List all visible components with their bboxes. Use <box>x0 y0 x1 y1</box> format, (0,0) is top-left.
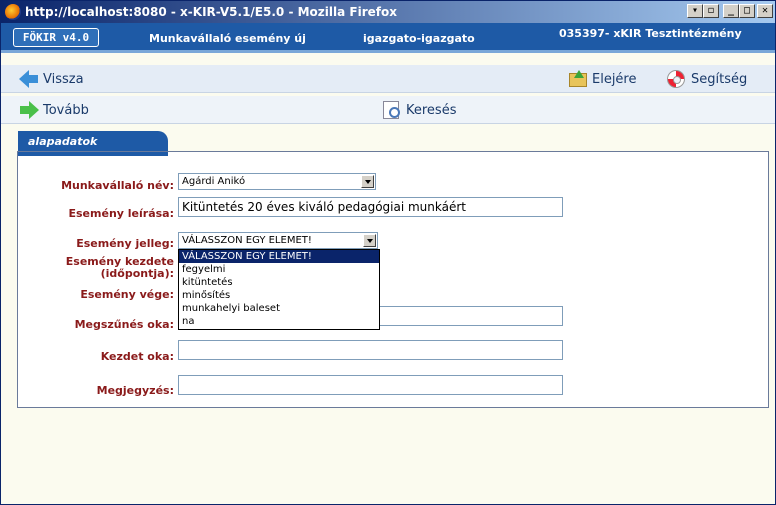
termination-reason-input[interactable] <box>377 306 563 326</box>
type-label: Esemény jelleg: <box>76 237 174 250</box>
back-arrow-icon <box>19 70 39 88</box>
dropdown-option[interactable]: VÁLASSZON EGY ELEMET! <box>179 250 379 263</box>
next-label: Tovább <box>43 102 89 118</box>
institution-name: 035397- xKIR Tesztintézmény <box>559 27 742 40</box>
dropdown-option[interactable]: munkahelyi baleset <box>179 302 379 315</box>
header-divider <box>1 50 775 53</box>
start-reason-input[interactable] <box>178 340 563 360</box>
dropdown-option[interactable]: minősítés <box>179 289 379 302</box>
app-logo: FÖKIR v4.0 <box>13 28 99 47</box>
menu-icon[interactable]: ▾ <box>687 4 703 18</box>
back-button[interactable]: Vissza <box>19 69 84 89</box>
dropdown-option[interactable]: na <box>179 315 379 328</box>
restore-icon[interactable]: ◻ <box>703 4 719 18</box>
note-label: Megjegyzés: <box>96 384 174 397</box>
minimize-icon[interactable]: _ <box>723 4 739 18</box>
app-header: FÖKIR v4.0 Munkavállaló esemény új igazg… <box>1 23 775 53</box>
next-arrow-icon <box>19 101 39 119</box>
chevron-down-icon[interactable] <box>363 234 376 247</box>
description-label: Esemény leírása: <box>68 207 175 220</box>
search-button[interactable]: Keresés <box>382 100 456 120</box>
end-label: Esemény vége: <box>80 288 174 301</box>
employee-label: Munkavállaló név: <box>61 179 174 192</box>
type-value: VÁLASSZON EGY ELEMET! <box>182 235 312 246</box>
firefox-icon <box>5 4 21 20</box>
lifebuoy-icon <box>667 70 687 88</box>
search-label: Keresés <box>406 102 457 118</box>
termination-reason-label: Megszűnés oka: <box>74 318 174 331</box>
back-label: Vissza <box>43 71 84 87</box>
home-label: Elejére <box>592 71 637 87</box>
help-label: Segítség <box>691 71 748 87</box>
search-icon <box>382 101 402 119</box>
employee-select[interactable]: Agárdi Anikó <box>178 173 376 190</box>
home-button[interactable]: Elejére <box>568 69 637 89</box>
employee-value: Agárdi Anikó <box>182 176 246 187</box>
note-input[interactable] <box>178 375 563 395</box>
chevron-down-icon[interactable] <box>361 175 374 188</box>
close-icon[interactable]: ✕ <box>757 4 773 18</box>
type-dropdown-list: VÁLASSZON EGY ELEMET! fegyelmi kitünteté… <box>178 249 380 330</box>
current-user: igazgato-igazgato <box>363 32 475 45</box>
window-title: http://localhost:8080 - x-KIR-V5.1/E5.0 … <box>25 5 397 19</box>
next-button[interactable]: Tovább <box>19 100 89 120</box>
dropdown-option[interactable]: fegyelmi <box>179 263 379 276</box>
toolbar-secondary: Tovább Keresés <box>1 96 775 124</box>
folder-up-icon <box>568 70 588 88</box>
browser-window: http://localhost:8080 - x-KIR-V5.1/E5.0 … <box>0 0 776 505</box>
tab-alapadatok[interactable]: alapadatok <box>18 131 168 153</box>
dropdown-option[interactable]: kitüntetés <box>179 276 379 289</box>
type-select[interactable]: VÁLASSZON EGY ELEMET! <box>178 232 378 249</box>
title-bar: http://localhost:8080 - x-KIR-V5.1/E5.0 … <box>1 1 775 23</box>
toolbar-primary: Vissza Elejére Segítség <box>1 65 775 93</box>
start-label-sub: (időpontja): <box>100 267 174 280</box>
description-input[interactable]: Kitüntetés 20 éves kiváló pedagógiai mun… <box>178 197 563 217</box>
help-button[interactable]: Segítség <box>667 69 747 89</box>
maximize-icon[interactable]: □ <box>739 4 755 18</box>
page-title: Munkavállaló esemény új <box>149 32 306 45</box>
start-reason-label: Kezdet oka: <box>100 350 174 363</box>
